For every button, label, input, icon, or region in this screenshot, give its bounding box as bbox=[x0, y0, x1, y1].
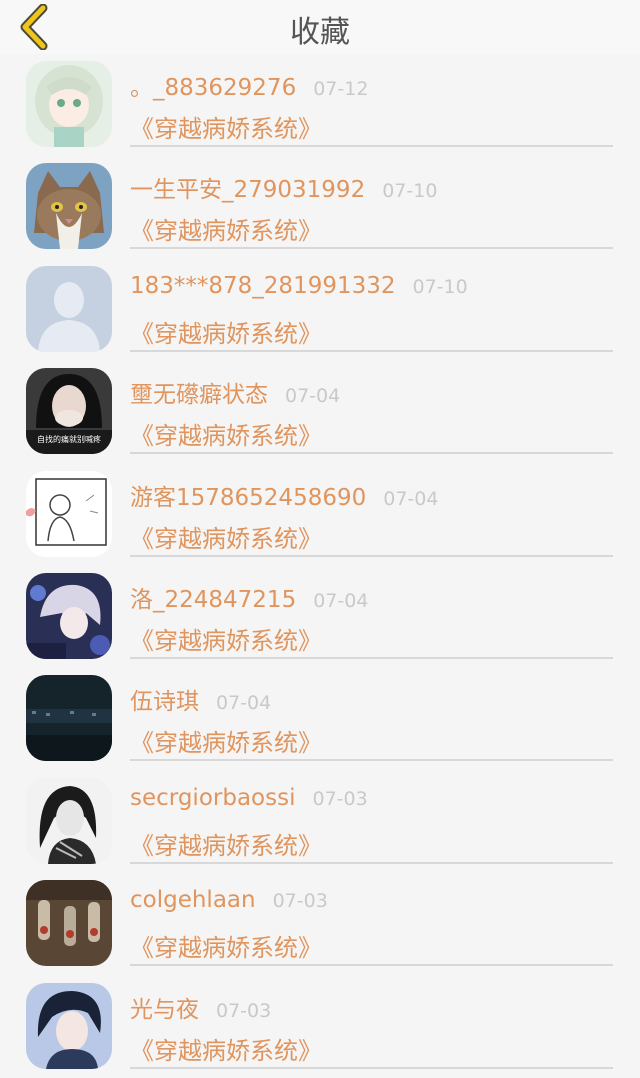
list-item[interactable]: 游客1578652458690 07-04 《穿越病娇系统》 bbox=[0, 464, 640, 566]
list-item-user: 洛_224847215 07-04 bbox=[130, 580, 368, 614]
divider bbox=[130, 861, 613, 864]
list-item[interactable]: 伍诗琪 07-04 《穿越病娇系统》 bbox=[0, 668, 640, 770]
item-date: 07-04 bbox=[216, 692, 272, 715]
anime-man-avatar[interactable] bbox=[26, 982, 112, 1069]
book-title: 《穿越病娇系统》 bbox=[130, 115, 322, 143]
divider bbox=[130, 349, 613, 352]
username: 。_883629276 bbox=[130, 75, 297, 101]
username: 183***878_281991332 bbox=[130, 272, 396, 299]
item-date: 07-12 bbox=[313, 78, 369, 100]
divider bbox=[130, 656, 613, 659]
divider bbox=[130, 452, 613, 455]
divider bbox=[130, 145, 613, 147]
item-date: 07-04 bbox=[285, 385, 341, 408]
list-item[interactable]: 洛_224847215 07-04 《穿越病娇系统》 bbox=[0, 566, 640, 668]
username: 游客1578652458690 bbox=[130, 484, 367, 511]
list-item[interactable]: secrgiorbaossi 07-03 《穿越病娇系统》 bbox=[0, 771, 640, 873]
book-title: 《穿越病娇系统》 bbox=[130, 422, 322, 451]
item-date: 07-10 bbox=[382, 180, 438, 203]
list-item-user: 一生平安_279031992 07-10 bbox=[130, 170, 437, 204]
username: 光与夜 bbox=[130, 996, 199, 1023]
book-title: 《穿越病娇系统》 bbox=[130, 934, 322, 963]
list-item[interactable]: 。_883629276 07-12 《穿越病娇系统》 bbox=[0, 54, 640, 156]
book-title: 《穿越病娇系统》 bbox=[130, 729, 322, 758]
username: 洛_224847215 bbox=[130, 586, 297, 613]
list-item-user: 伍诗琪 07-04 bbox=[130, 682, 271, 716]
list-item-user: 。_883629276 07-12 bbox=[130, 68, 368, 102]
username: secrgiorbaossi bbox=[130, 784, 296, 811]
sketch-avatar[interactable] bbox=[26, 470, 112, 557]
list-item-user: colgehlaan 07-03 bbox=[130, 887, 328, 913]
avatar-caption: 自找的痛就别喊疼 bbox=[37, 434, 101, 444]
item-date: 07-04 bbox=[383, 487, 439, 510]
book-title: 《穿越病娇系统》 bbox=[130, 1036, 322, 1065]
bottles-avatar[interactable] bbox=[26, 880, 112, 967]
username: colgehlaan bbox=[130, 887, 256, 914]
divider bbox=[130, 964, 613, 967]
anime-girl-avatar[interactable] bbox=[26, 61, 112, 147]
list-item-user: 壐无礤癖状态 07-04 bbox=[130, 375, 340, 409]
book-title: 《穿越病娇系统》 bbox=[130, 319, 322, 348]
app-header: 收藏 bbox=[0, 0, 640, 54]
page-title: 收藏 bbox=[290, 15, 350, 50]
book-title: 《穿越病娇系统》 bbox=[130, 217, 322, 246]
bw-girl-avatar[interactable] bbox=[26, 777, 112, 864]
divider bbox=[130, 759, 613, 762]
username: 伍诗琪 bbox=[130, 689, 199, 716]
item-date: 07-04 bbox=[313, 589, 369, 612]
list-item-user: 游客1578652458690 07-04 bbox=[130, 478, 438, 512]
list-item-user: 183***878_281991332 07-10 bbox=[130, 273, 468, 299]
anime-boy-avatar[interactable] bbox=[26, 572, 112, 659]
list-item[interactable]: 自找的痛就别喊疼 壐无礤癖状态 07-04 《穿越病娇系统》 bbox=[0, 361, 640, 463]
item-date: 07-03 bbox=[312, 787, 368, 810]
divider bbox=[130, 1066, 613, 1069]
book-title: 《穿越病娇系统》 bbox=[130, 626, 322, 655]
username: 一生平安_279031992 bbox=[130, 177, 366, 204]
cat-avatar[interactable] bbox=[26, 163, 112, 250]
divider bbox=[130, 554, 613, 557]
list-item[interactable]: 183***878_281991332 07-10 《穿越病娇系统》 bbox=[0, 259, 640, 361]
list-item-user: secrgiorbaossi 07-03 bbox=[130, 785, 368, 811]
girl-photo-avatar[interactable]: 自找的痛就别喊疼 bbox=[26, 368, 112, 455]
item-date: 07-10 bbox=[412, 275, 468, 298]
item-date: 07-03 bbox=[272, 890, 328, 913]
book-title: 《穿越病娇系统》 bbox=[130, 524, 322, 553]
list-item[interactable]: 光与夜 07-03 《穿越病娇系统》 bbox=[0, 976, 640, 1078]
list-item-user: 光与夜 07-03 bbox=[130, 990, 271, 1024]
night-city-avatar[interactable] bbox=[26, 675, 112, 762]
book-title: 《穿越病娇系统》 bbox=[130, 831, 322, 860]
item-date: 07-03 bbox=[216, 999, 272, 1022]
list-item[interactable]: 一生平安_279031992 07-10 《穿越病娇系统》 bbox=[0, 156, 640, 258]
username: 壐无礤癖状态 bbox=[130, 382, 268, 409]
default-person-avatar[interactable] bbox=[26, 265, 112, 352]
list-item[interactable]: colgehlaan 07-03 《穿越病娇系统》 bbox=[0, 873, 640, 975]
divider bbox=[130, 247, 613, 250]
favorites-list: 。_883629276 07-12 《穿越病娇系统》 一生平安_27903199… bbox=[0, 54, 640, 1078]
